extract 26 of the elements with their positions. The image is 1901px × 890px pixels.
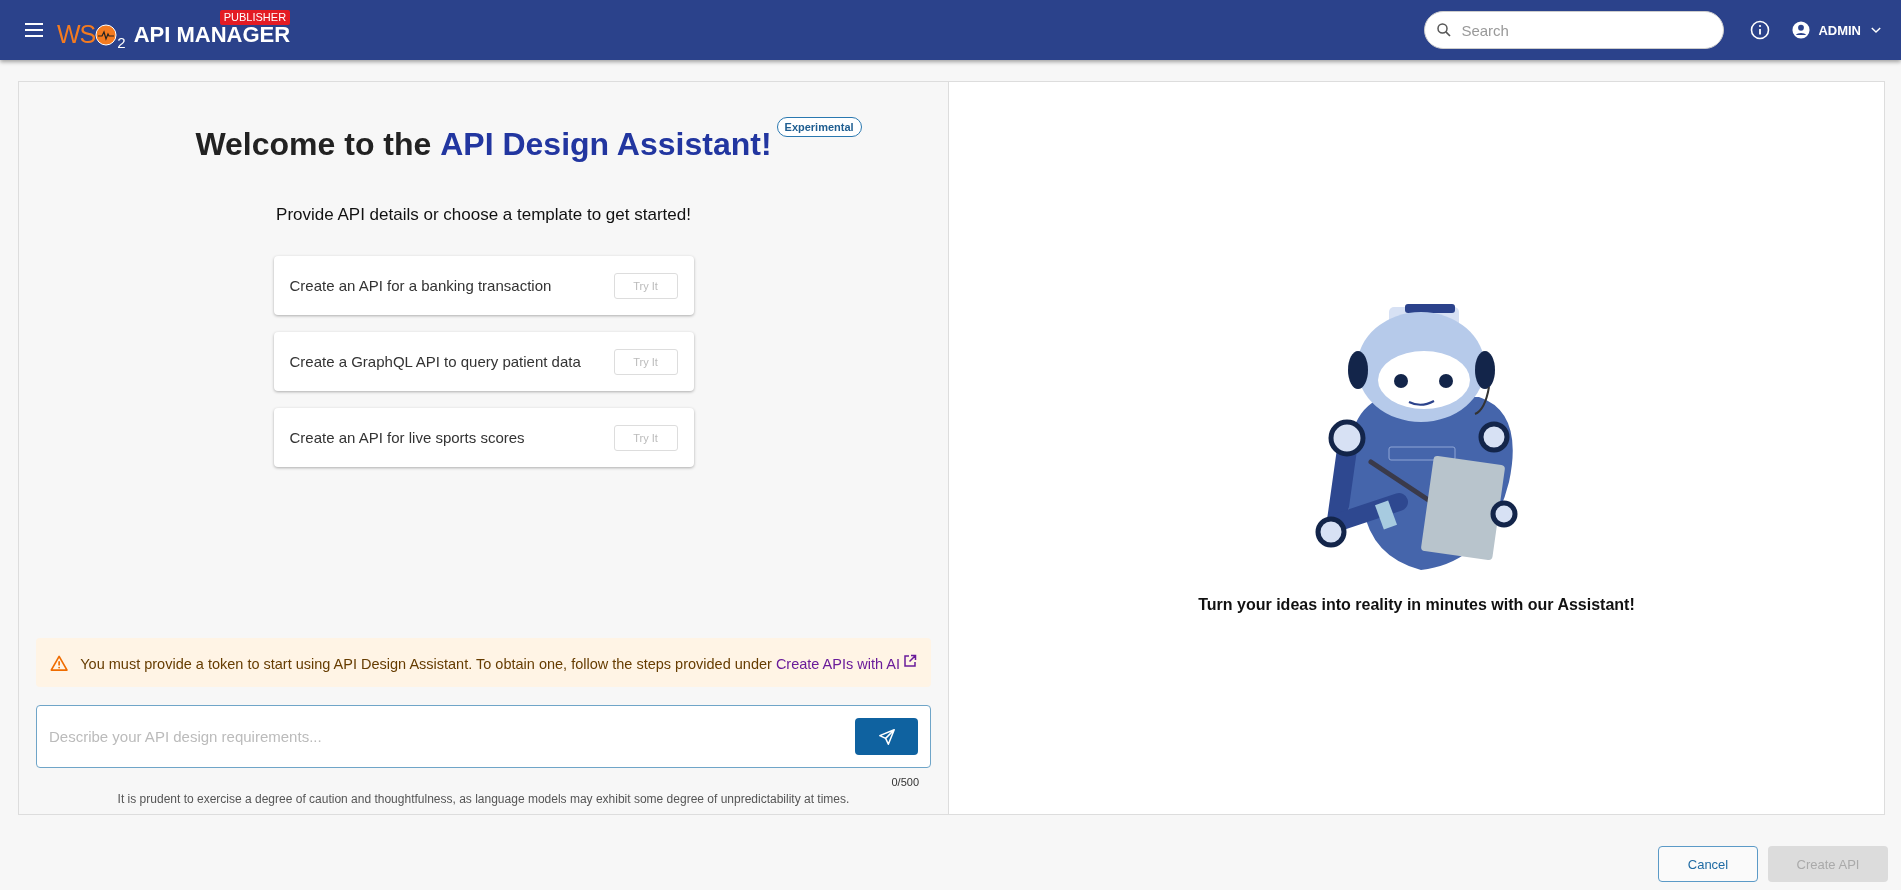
logo-subscript: 2 [117, 35, 126, 50]
subtitle: Provide API details or choose a template to get started! [276, 205, 691, 225]
publisher-badge: PUBLISHER [219, 10, 291, 25]
template-text: Create an API for a banking transaction [289, 277, 552, 294]
logo-circle-icon [95, 24, 118, 46]
page-title: Welcome to the API Design Assistant! [195, 126, 772, 163]
docs-link[interactable]: Create APIs with AI [775, 655, 917, 672]
product-name: API MANAGER [133, 24, 291, 46]
experimental-badge: Experimental [776, 117, 862, 137]
logo-text: WS [57, 22, 96, 47]
warning-text: You must provide a token to start using API Design Assistant. To obtain one, follow the steps provided under Create APIs with AI [80, 653, 917, 672]
template-text: Create a GraphQL API to query patient data [289, 353, 581, 370]
send-icon [877, 727, 896, 746]
send-button[interactable] [855, 718, 918, 755]
disclaimer-text: It is prudent to exercise a degree of caution and thoughtfulness, as language models may exhibit some degree of unpredictability at times. [117, 792, 850, 806]
character-counter: 0/500 [891, 776, 919, 788]
external-link-icon [903, 653, 917, 668]
preview-caption: Turn your ideas into reality in minutes with our Assistant! [1198, 596, 1635, 614]
search-field[interactable]: Search [1461, 12, 1714, 48]
user-menu[interactable]: ADMIN [1792, 21, 1883, 39]
search-bar[interactable]: Search [1424, 11, 1725, 49]
cancel-button[interactable]: Cancel [1658, 846, 1758, 882]
avatar-icon [1792, 21, 1811, 39]
info-icon[interactable] [1750, 20, 1771, 40]
template-text: Create an API for live sports scores [289, 429, 525, 446]
warning-icon [50, 653, 69, 672]
